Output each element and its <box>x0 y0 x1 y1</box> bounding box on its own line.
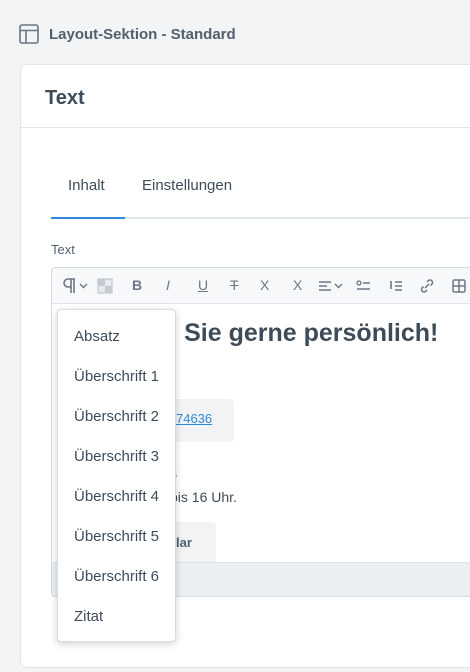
editor-toolbar: B I U T X X <box>52 268 470 304</box>
link-icon[interactable] <box>420 277 434 295</box>
page-header: Layout-Sektion - Standard <box>0 0 470 64</box>
phone-link[interactable]: 74636 <box>176 411 212 426</box>
dropdown-item-heading-5[interactable]: Überschrift 5 <box>74 528 159 545</box>
superscript-icon[interactable]: X <box>260 277 269 295</box>
dropdown-item-heading-3[interactable]: Überschrift 3 <box>74 448 159 465</box>
chevron-down-icon[interactable] <box>79 277 88 295</box>
table-icon[interactable] <box>452 277 466 295</box>
dropdown-item-heading-6[interactable]: Überschrift 6 <box>74 568 159 585</box>
card-title: Text <box>45 87 85 109</box>
tab-bar: Inhalt Einstellungen <box>51 161 470 219</box>
dropdown-item-absatz[interactable]: Absatz <box>74 328 120 345</box>
card-divider <box>21 127 470 128</box>
text-field-label: Text <box>51 242 75 257</box>
align-icon[interactable] <box>318 277 332 295</box>
underline-icon[interactable]: U <box>198 277 208 295</box>
tab-inhalt[interactable]: Inhalt <box>68 177 105 194</box>
dropdown-item-heading-2[interactable]: Überschrift 2 <box>74 408 159 425</box>
content-heading: en Sie gerne persönlich! <box>148 319 439 347</box>
dropdown-item-zitat[interactable]: Zitat <box>74 608 103 625</box>
chevron-down-icon[interactable] <box>334 277 343 295</box>
paragraph-format-icon[interactable] <box>62 277 76 295</box>
active-tab-indicator <box>51 217 125 219</box>
strikethrough-icon[interactable]: T <box>230 277 239 295</box>
page-title: Layout-Sektion - Standard <box>49 26 236 43</box>
hours-text-line2: bis 16 Uhr. <box>170 489 237 505</box>
bullet-list-icon[interactable] <box>356 277 370 295</box>
content-button-label: lar <box>176 535 192 550</box>
subscript-icon[interactable]: X <box>293 277 302 295</box>
numbered-list-icon[interactable] <box>389 277 403 295</box>
dropdown-item-heading-4[interactable]: Überschrift 4 <box>74 488 159 505</box>
bold-icon[interactable]: B <box>132 277 142 295</box>
checker-icon[interactable] <box>97 277 113 295</box>
paragraph-format-dropdown: Absatz Überschrift 1 Überschrift 2 Übers… <box>57 309 176 642</box>
tab-einstellungen[interactable]: Einstellungen <box>142 177 232 194</box>
layout-icon <box>19 24 39 44</box>
dropdown-item-heading-1[interactable]: Überschrift 1 <box>74 368 159 385</box>
italic-icon[interactable]: I <box>166 277 170 295</box>
